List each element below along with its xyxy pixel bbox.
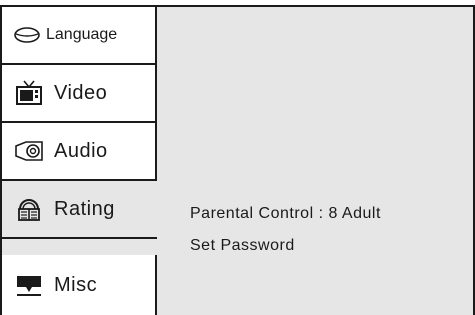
tab-language[interactable]: Language [2, 7, 157, 65]
parental-control-option[interactable]: Parental Control : 8 Adult [190, 205, 381, 223]
tab-label: Video [54, 81, 108, 104]
rating-icon [14, 194, 44, 224]
setup-menu: Language Video Audio Rating Misc Parenta… [0, 5, 475, 315]
tab-label: Rating [54, 197, 115, 220]
set-password-option[interactable]: Set Password [190, 237, 295, 255]
tab-label: Misc [54, 273, 98, 296]
tab-audio[interactable]: Audio [2, 123, 157, 181]
misc-icon [14, 270, 44, 300]
sidebar: Language Video Audio Rating Misc [2, 7, 157, 315]
tab-label: Language [46, 26, 118, 43]
language-icon [12, 20, 42, 50]
tab-misc[interactable]: Misc [2, 255, 157, 315]
tv-icon [14, 78, 44, 108]
speaker-icon [14, 136, 44, 166]
tab-rating[interactable]: Rating [2, 181, 157, 239]
tab-label: Audio [54, 139, 108, 162]
tab-video[interactable]: Video [2, 65, 157, 123]
rating-settings-panel: Parental Control : 8 Adult Set Password [157, 7, 473, 315]
